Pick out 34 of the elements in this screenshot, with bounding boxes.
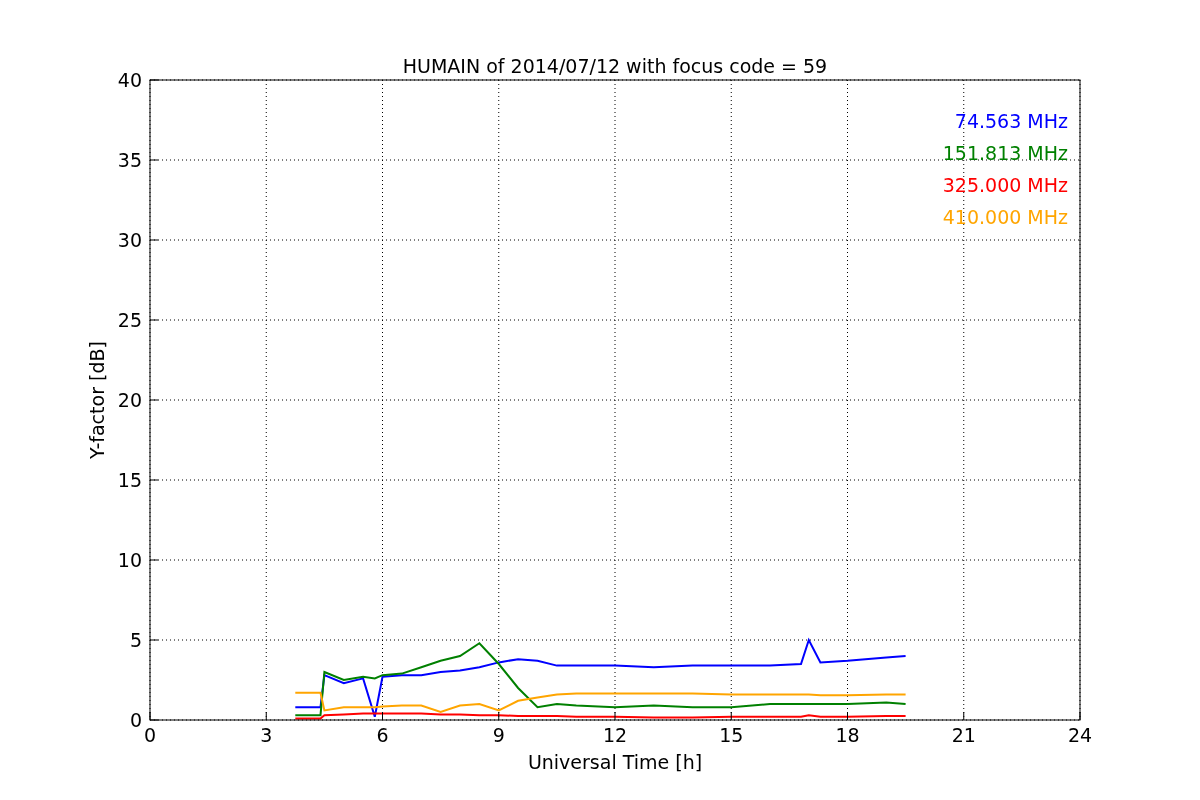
y-tick-label: 5 <box>129 629 142 651</box>
y-tick-label: 30 <box>117 229 142 251</box>
x-tick-label: 9 <box>492 724 505 746</box>
x-tick-label: 21 <box>951 724 976 746</box>
y-axis-label: Y-factor [dB] <box>86 341 108 459</box>
x-tick-label: 6 <box>376 724 389 746</box>
x-axis-label: Universal Time [h] <box>527 751 703 773</box>
tick-mark <box>498 711 500 721</box>
y-tick-label: 20 <box>117 389 142 411</box>
y-tick-label: 15 <box>117 469 142 491</box>
x-tick-label: 18 <box>835 724 860 746</box>
legend-label: 151.813 MHz <box>942 142 1068 164</box>
tick-mark <box>847 711 848 721</box>
tick-mark <box>265 711 267 721</box>
tick-mark <box>382 711 383 721</box>
tick-mark <box>730 711 732 721</box>
tick-mark <box>1079 711 1081 721</box>
legend-label: 410.000 MHz <box>942 206 1068 228</box>
tick-mark <box>963 711 965 721</box>
x-tick-label: 3 <box>260 724 273 746</box>
legend-label: 74.563 MHz <box>954 110 1068 132</box>
x-tick-label: 12 <box>602 724 628 746</box>
chart-title: HUMAIN of 2014/07/12 with focus code = 59 <box>402 55 828 77</box>
tick-mark <box>149 79 159 81</box>
y-tick-label: 25 <box>117 309 142 331</box>
y-tick-label: 10 <box>117 549 142 571</box>
tick-mark <box>614 711 616 721</box>
legend-label: 325.000 MHz <box>942 174 1068 196</box>
y-tick-label: 40 <box>117 69 142 91</box>
y-tick-label: 35 <box>117 149 142 171</box>
y-tick-label: 0 <box>129 709 142 731</box>
x-tick-label: 0 <box>143 724 157 746</box>
x-tick-label: 15 <box>719 724 744 746</box>
x-tick-label: 24 <box>1067 724 1093 746</box>
